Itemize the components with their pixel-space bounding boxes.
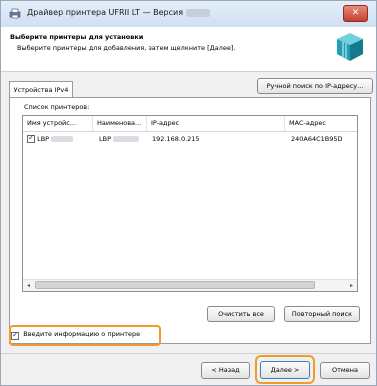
close-button[interactable]: ✕	[343, 5, 368, 22]
tab-ipv4-devices[interactable]: Устройства IPv4	[9, 81, 73, 98]
enter-printer-info-option[interactable]: ✓ Введите информацию о принтере	[11, 328, 159, 344]
tab-panel: Список принтеров: Имя устройс... Наимено…	[9, 97, 371, 344]
next-button[interactable]: Далее >	[260, 361, 310, 379]
window-title: Драйвер принтера UFRII LT — Версия	[27, 8, 211, 17]
row-product-name: LBP	[99, 135, 112, 143]
manual-ip-search-button[interactable]: Ручной поиск по IP-адресу...	[257, 78, 373, 94]
list-header: Имя устройс... Наименова... IP-адрес MAC…	[23, 116, 357, 132]
page-title: Выберите принтеры для установки	[10, 33, 144, 41]
printer-list[interactable]: Имя устройс... Наименова... IP-адрес MAC…	[22, 115, 358, 292]
cancel-button[interactable]: Отмена	[320, 362, 370, 379]
scroll-right-icon[interactable]: ▸	[346, 280, 357, 291]
title-bar[interactable]: Драйвер принтера UFRII LT — Версия ✕	[1, 1, 376, 28]
clear-all-button[interactable]: Очистить все	[207, 306, 275, 322]
checkmark-icon: ✓	[28, 133, 35, 142]
checkmark-icon: ✓	[12, 330, 19, 339]
page-subtitle: Выберите принтеры для добавления, затем …	[17, 44, 236, 52]
row-device-name: LBP	[37, 135, 50, 143]
column-device-name[interactable]: Имя устройс...	[23, 116, 93, 131]
row-ip-address: 192.168.0.215	[152, 135, 200, 143]
back-button[interactable]: < Назад	[201, 362, 250, 379]
wizard-header: Выберите принтеры для установки Выберите…	[1, 27, 376, 72]
printer-app-icon	[9, 8, 21, 19]
row-checkbox[interactable]: ✓	[27, 133, 35, 143]
enter-printer-info-checkbox[interactable]: ✓	[11, 330, 19, 340]
version-redacted	[186, 8, 211, 17]
table-row[interactable]: ✓ LBP LBP 192.168.0.215 240A64C1B95D	[23, 133, 357, 146]
row-mac-address: 240A64C1B95D	[291, 135, 343, 143]
horizontal-scrollbar[interactable]: ◂ ▸	[23, 279, 357, 291]
column-mac-address[interactable]: MAC-адрес	[285, 116, 357, 131]
enter-printer-info-label: Введите информацию о принтере	[23, 330, 141, 338]
scrollbar-thumb[interactable]	[35, 281, 315, 289]
footer-divider	[1, 353, 376, 354]
device-name-redacted	[51, 136, 74, 142]
cube-icon	[337, 33, 363, 61]
product-name-redacted	[113, 136, 140, 142]
printer-list-label: Список принтеров:	[24, 103, 90, 111]
scroll-left-icon[interactable]: ◂	[23, 280, 34, 291]
installer-window: Драйвер принтера UFRII LT — Версия ✕ Выб…	[0, 0, 377, 386]
research-button[interactable]: Повторный поиск	[284, 306, 360, 322]
column-ip-address[interactable]: IP-адрес	[147, 116, 285, 131]
column-product-name[interactable]: Наименова...	[93, 116, 147, 131]
